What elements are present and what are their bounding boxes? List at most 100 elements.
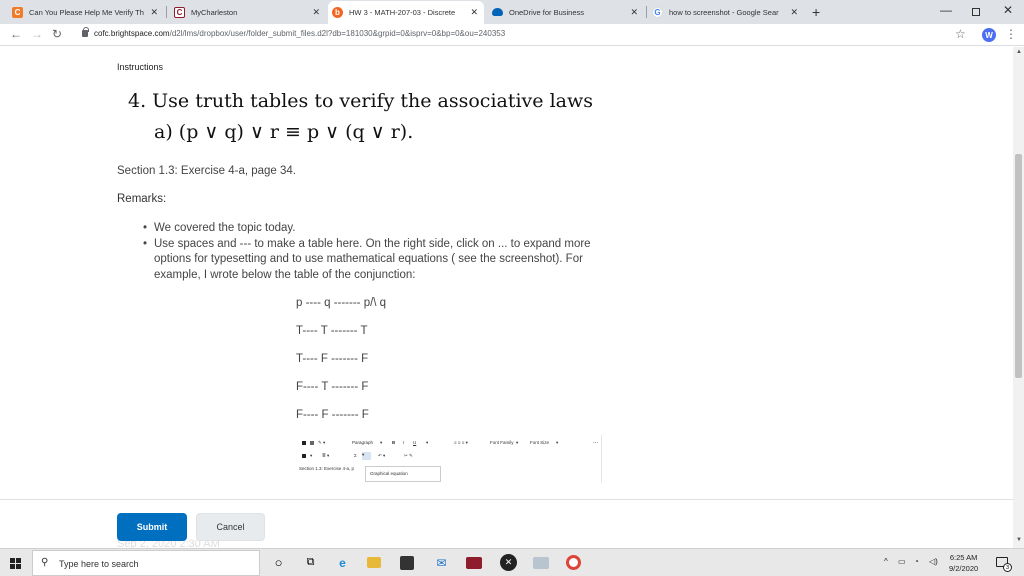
scroll-thumb[interactable] xyxy=(1015,154,1022,378)
clock-time: 6:25 AM xyxy=(949,553,978,562)
embed-section-text: Section 1.3: Exercise 4-a, p xyxy=(299,466,355,471)
task-view-icon[interactable]: ⧉ xyxy=(302,554,319,571)
file-explorer-icon[interactable] xyxy=(367,557,381,568)
tab-google-search[interactable]: G how to screenshot - Google Sear ✕ xyxy=(648,2,804,22)
battery-icon[interactable]: ▭ xyxy=(898,557,906,566)
action-bar: Sep 2, 2020 2:30 AM Submit Cancel xyxy=(0,499,1013,550)
embed-ellipsis: ... xyxy=(593,439,599,445)
screen: C Can You Please Help Me Verify Th ✕ C M… xyxy=(0,0,1024,576)
windows-taskbar: ⚲ Type here to search ○ ⧉ e ✉ ✕ ^ ▭ ◔ ◁)… xyxy=(0,548,1024,576)
google-icon: G xyxy=(652,6,663,18)
truth-table-row: T---- F ------- F xyxy=(296,353,369,365)
remark-item: We covered the topic today. xyxy=(143,221,613,237)
page-scrollbar[interactable]: ▲ ▼ xyxy=(1013,47,1024,548)
c-icon: C xyxy=(174,6,185,18)
tray-chevron-icon[interactable]: ^ xyxy=(884,557,888,566)
cut-icon: ✂ ✎ xyxy=(404,453,413,458)
embed-popup: Graphical equation xyxy=(365,466,441,482)
browser-toolbar: ← → ↻ cofc.brightspace.com/d2l/lms/dropb… xyxy=(0,24,1024,46)
lock-icon xyxy=(82,27,89,37)
submit-button[interactable]: Submit xyxy=(117,513,187,541)
close-window-icon[interactable]: ✕ xyxy=(1003,3,1013,17)
profile-avatar[interactable]: W xyxy=(982,28,996,42)
embed-popup-text: Graphical equation xyxy=(370,471,408,476)
search-icon: ⚲ xyxy=(41,557,49,568)
tab-separator xyxy=(646,6,647,18)
insert-icon xyxy=(302,454,306,458)
truth-table-row: T---- T ------- T xyxy=(296,325,368,337)
url-host: cofc.brightspace.com xyxy=(94,29,170,38)
embed-font-size-label: Font Size xyxy=(530,440,550,445)
volume-icon[interactable]: ◁) xyxy=(929,557,938,566)
italic-icon: I xyxy=(403,440,405,445)
page-content: Instructions 4. Use truth tables to veri… xyxy=(0,47,1013,499)
taskbar-search-box[interactable]: ⚲ Type here to search xyxy=(32,550,260,576)
underline-icon: U xyxy=(413,440,417,445)
mail-icon[interactable]: ✉ xyxy=(433,554,450,571)
truth-table-header: p ---- q ------- p/\ q xyxy=(296,297,387,309)
wifi-icon[interactable]: ◔ xyxy=(914,557,919,566)
equation-icon: Σ xyxy=(354,453,357,458)
section-reference: Section 1.3: Exercise 4-a, page 34. xyxy=(117,165,296,177)
undo-icon: ↶ ▾ xyxy=(378,453,386,458)
app-red-icon[interactable] xyxy=(466,557,482,569)
clock-date: 9/2/2020 xyxy=(949,564,979,573)
chrome-icon[interactable] xyxy=(566,555,581,570)
instructions-label: Instructions xyxy=(117,62,164,72)
scroll-up-arrow-icon[interactable]: ▲ xyxy=(1016,49,1022,55)
tab-strip: C Can You Please Help Me Verify Th ✕ C M… xyxy=(0,0,1024,24)
align-icons: ≡ ≡ ≡ ▾ xyxy=(454,440,468,445)
store-bag-icon[interactable] xyxy=(400,556,414,570)
editor-toolbar-screenshot: ✎ ▾ Paragraph ▾ B I U ▾ ≡ ≡ ≡ ▾ Font Fam… xyxy=(296,435,602,483)
address-bar[interactable]: cofc.brightspace.com/d2l/lms/dropbox/use… xyxy=(94,29,505,38)
scroll-down-arrow-icon[interactable]: ▼ xyxy=(1016,537,1022,543)
back-arrow-icon[interactable]: ← xyxy=(10,27,22,41)
bookmark-star-icon[interactable]: ☆ xyxy=(955,27,966,41)
tab-separator xyxy=(166,6,167,18)
restore-icon[interactable] xyxy=(972,8,980,16)
pencil-icon: ✎ ▾ xyxy=(318,440,326,445)
truth-table-row: F---- F ------- F xyxy=(296,409,369,421)
cortana-circle-icon[interactable]: ○ xyxy=(270,554,287,571)
remark-item: Use spaces and --- to make a table here.… xyxy=(143,237,613,284)
question-heading: 4. Use truth tables to verify the associ… xyxy=(128,90,593,112)
chevron-down-icon: ▾ xyxy=(516,440,519,445)
forward-arrow-icon[interactable]: → xyxy=(31,27,43,41)
new-tab-button[interactable]: + xyxy=(812,4,820,20)
minimize-icon[interactable]: — xyxy=(940,3,952,17)
remarks-label: Remarks: xyxy=(117,193,167,205)
close-icon[interactable]: ✕ xyxy=(630,7,638,18)
bold-icon: B xyxy=(392,440,396,445)
close-icon[interactable]: ✕ xyxy=(790,7,798,18)
system-clock[interactable]: 6:25 AM 9/2/2020 xyxy=(949,552,978,574)
edge-browser-icon[interactable]: e xyxy=(334,554,351,571)
tab-onedrive[interactable]: OneDrive for Business ✕ xyxy=(488,2,644,22)
xbox-icon[interactable]: ✕ xyxy=(500,554,517,571)
cancel-button[interactable]: Cancel xyxy=(196,513,265,541)
notification-count-badge: 3 xyxy=(1003,563,1012,572)
tab-hw3-active[interactable]: b HW 3 - MATH-207-03 - Discrete ✕ xyxy=(328,1,484,24)
more-format-icon: ▾ xyxy=(426,440,429,445)
menu-kebab-icon[interactable]: ⋮ xyxy=(1005,27,1017,41)
embed-paragraph-label: Paragraph xyxy=(352,440,374,445)
close-icon[interactable]: ✕ xyxy=(470,7,478,18)
truth-table-row: F---- T ------- F xyxy=(296,381,369,393)
brightspace-icon: b xyxy=(332,7,343,18)
remarks-list: We covered the topic today. Use spaces a… xyxy=(143,221,613,283)
chevron-down-icon: ▾ xyxy=(310,453,313,458)
onedrive-icon xyxy=(492,8,503,16)
list-icon: ≣ ▾ xyxy=(322,453,330,458)
tab-chegg[interactable]: C Can You Please Help Me Verify Th ✕ xyxy=(8,2,164,22)
close-icon[interactable]: ✕ xyxy=(312,7,320,18)
equation-dropdown-icon: ▾ xyxy=(362,452,371,460)
embed-font-family-label: Font Family xyxy=(490,440,514,445)
tab-mycharleston[interactable]: C MyCharleston ✕ xyxy=(170,2,326,22)
close-icon[interactable]: ✕ xyxy=(150,7,158,18)
chevron-down-icon: ▾ xyxy=(556,440,559,445)
windows-start-icon[interactable] xyxy=(10,558,21,569)
chevron-down-icon: ▾ xyxy=(380,440,383,445)
photos-icon[interactable] xyxy=(533,557,549,569)
reload-icon[interactable]: ↻ xyxy=(52,27,62,41)
url-path: /d2l/lms/dropbox/user/folder_submit_file… xyxy=(169,29,506,38)
insert-image-icon xyxy=(302,441,306,445)
